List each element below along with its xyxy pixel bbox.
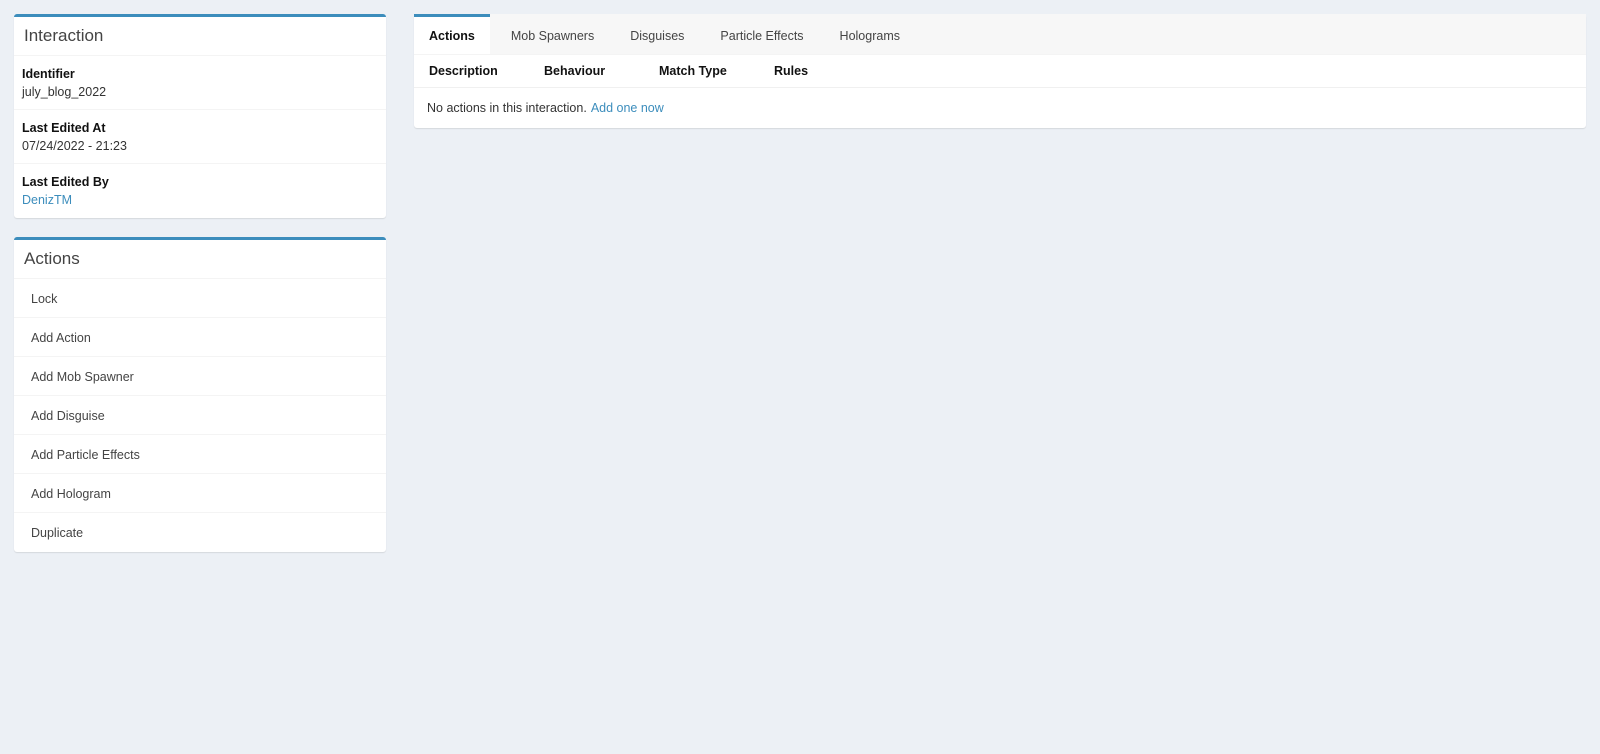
- add-hologram-button[interactable]: Add Hologram: [14, 474, 386, 513]
- column-header-description: Description: [429, 64, 498, 78]
- last-edited-at-value: 07/24/2022 - 21:23: [22, 139, 127, 153]
- tabs-panel: Actions Mob Spawners Disguises Particle …: [414, 14, 1586, 128]
- actions-box-title: Actions: [14, 240, 386, 279]
- last-edited-at-label: Last Edited At: [22, 121, 106, 135]
- interaction-box-title: Interaction: [14, 17, 386, 56]
- empty-table-message: No actions in this interaction. Add one …: [414, 88, 1586, 128]
- column-header-match-type: Match Type: [659, 64, 727, 78]
- last-edited-by-label: Last Edited By: [22, 175, 109, 189]
- tab-disguises[interactable]: Disguises: [615, 14, 699, 54]
- add-particle-effects-button[interactable]: Add Particle Effects: [14, 435, 386, 474]
- tab-particle-effects[interactable]: Particle Effects: [705, 14, 818, 54]
- tab-holograms[interactable]: Holograms: [825, 14, 915, 54]
- actions-box: Actions Lock Add Action Add Mob Spawner …: [14, 237, 386, 552]
- identifier-value: july_blog_2022: [22, 85, 107, 99]
- last-edited-at-field: Last Edited At 07/24/2022 - 21:23: [14, 110, 386, 164]
- tab-actions[interactable]: Actions: [414, 14, 490, 54]
- duplicate-button[interactable]: Duplicate: [14, 513, 386, 552]
- right-column: Actions Mob Spawners Disguises Particle …: [414, 14, 1586, 128]
- lock-button[interactable]: Lock: [14, 279, 386, 318]
- column-header-rules: Rules: [774, 64, 809, 78]
- last-edited-by-user-link[interactable]: DenizTM: [22, 191, 378, 210]
- tab-strip: Actions Mob Spawners Disguises Particle …: [414, 14, 1586, 55]
- empty-table-text: No actions in this interaction.: [427, 101, 587, 115]
- column-header-behaviour: Behaviour: [544, 64, 606, 78]
- left-column: Interaction Identifier july_blog_2022 La…: [14, 14, 386, 571]
- tab-mob-spawners[interactable]: Mob Spawners: [496, 14, 609, 54]
- actions-table-header: Description Behaviour Match Type Rules: [414, 55, 1586, 88]
- identifier-label: Identifier: [22, 67, 75, 81]
- add-one-now-link[interactable]: Add one now: [591, 101, 664, 115]
- add-action-button[interactable]: Add Action: [14, 318, 386, 357]
- last-edited-by-field: Last Edited By DenizTM: [14, 164, 386, 218]
- add-mob-spawner-button[interactable]: Add Mob Spawner: [14, 357, 386, 396]
- add-disguise-button[interactable]: Add Disguise: [14, 396, 386, 435]
- identifier-field: Identifier july_blog_2022: [14, 56, 386, 110]
- interaction-info-box: Interaction Identifier july_blog_2022 La…: [14, 14, 386, 218]
